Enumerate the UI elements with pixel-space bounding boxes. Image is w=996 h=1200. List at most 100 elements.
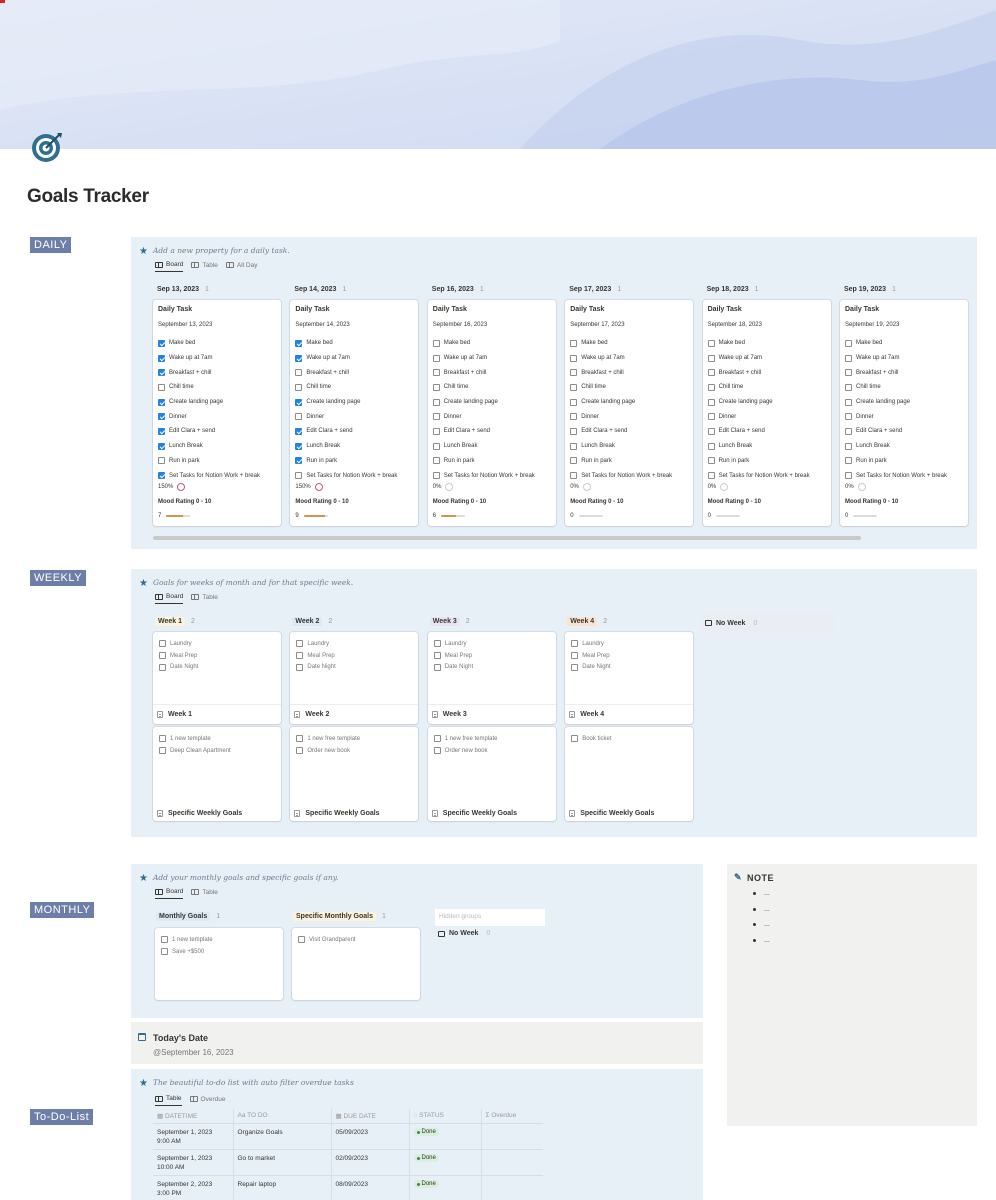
weekly-card[interactable]: Laundry Meal Prep Date Night Week 1 (153, 632, 281, 724)
task-checkbox[interactable] (707, 354, 715, 362)
task-checkbox[interactable] (845, 339, 852, 347)
task-checkbox[interactable] (432, 427, 440, 435)
status-cell[interactable]: Done (409, 1174, 482, 1200)
task-checkbox[interactable] (845, 413, 852, 421)
task-checkbox[interactable] (432, 339, 440, 347)
task-checkbox[interactable] (159, 747, 166, 755)
todo-cell[interactable]: Organize Goals (233, 1122, 332, 1149)
tab-table[interactable]: Table (191, 594, 218, 604)
task-checkbox[interactable] (295, 369, 303, 377)
task-checkbox[interactable] (845, 472, 852, 480)
weekly-card[interactable]: 1 new free template Order new book Specifi… (427, 727, 556, 821)
task-checkbox[interactable] (432, 457, 440, 465)
task-checkbox[interactable] (845, 442, 852, 450)
datetime-cell[interactable]: September 1, 2023 10:00 AM (153, 1148, 234, 1175)
daily-task-card[interactable]: Daily Task September 18, 2023 Make bed Wake… (702, 300, 831, 526)
task-checkbox[interactable] (158, 339, 165, 347)
task-checkbox[interactable] (707, 383, 715, 391)
weekly-card[interactable]: 1 new template Deep Clean Apartment Specif… (153, 727, 281, 821)
task-checkbox[interactable] (845, 354, 852, 362)
board-column-header[interactable]: Specific Monthly Goals 1 (293, 912, 386, 921)
task-checkbox[interactable] (295, 354, 303, 362)
task-checkbox[interactable] (845, 457, 852, 465)
list-item[interactable]: ... (753, 886, 770, 902)
task-checkbox[interactable] (158, 427, 165, 435)
task-checkbox[interactable] (433, 652, 441, 660)
horizontal-scrollbar[interactable] (153, 536, 861, 540)
task-checkbox[interactable] (158, 413, 165, 421)
due-date-cell[interactable]: 08/09/2023 (331, 1174, 410, 1200)
task-checkbox[interactable] (571, 640, 579, 648)
tab-table[interactable]: Table (191, 262, 218, 272)
page-cover[interactable] (0, 0, 996, 149)
board-column-header[interactable]: Sep 16, 2023 1 (432, 286, 484, 293)
task-checkbox[interactable] (570, 339, 578, 347)
task-checkbox[interactable] (570, 369, 578, 377)
task-checkbox[interactable] (159, 652, 166, 660)
board-column-header[interactable]: Sep 17, 2023 1 (569, 286, 621, 293)
task-checkbox[interactable] (298, 936, 305, 944)
task-checkbox[interactable] (296, 735, 304, 743)
task-checkbox[interactable] (158, 472, 165, 480)
task-checkbox[interactable] (295, 472, 303, 480)
task-checkbox[interactable] (158, 442, 165, 450)
task-checkbox[interactable] (845, 427, 852, 435)
task-checkbox[interactable] (432, 442, 440, 450)
task-checkbox[interactable] (707, 472, 715, 480)
task-checkbox[interactable] (432, 398, 440, 406)
task-checkbox[interactable] (707, 398, 715, 406)
list-item[interactable]: ... (753, 917, 770, 933)
task-checkbox[interactable] (432, 369, 440, 377)
task-checkbox[interactable] (295, 427, 303, 435)
target-icon[interactable] (30, 130, 64, 164)
task-checkbox[interactable] (432, 354, 440, 362)
task-checkbox[interactable] (161, 948, 168, 956)
task-checkbox[interactable] (296, 652, 304, 660)
status-cell[interactable]: Done (409, 1148, 482, 1175)
task-checkbox[interactable] (295, 383, 303, 391)
weekly-card[interactable]: Laundry Meal Prep Date Night Week 3 (427, 632, 556, 724)
column-header-datetime[interactable]: ▦ DATETIME (153, 1109, 234, 1123)
todo-cell[interactable]: Go to market (233, 1148, 332, 1175)
task-checkbox[interactable] (707, 339, 715, 347)
task-checkbox[interactable] (296, 747, 304, 755)
task-checkbox[interactable] (159, 640, 166, 648)
task-checkbox[interactable] (158, 398, 165, 406)
list-item[interactable]: ... (753, 902, 770, 918)
list-item[interactable]: ... (753, 933, 770, 949)
task-checkbox[interactable] (845, 398, 852, 406)
task-checkbox[interactable] (158, 457, 165, 465)
column-header-due-date[interactable]: ▦ DUE DATE (331, 1109, 410, 1123)
task-checkbox[interactable] (433, 640, 441, 648)
task-checkbox[interactable] (433, 747, 441, 755)
task-checkbox[interactable] (295, 442, 303, 450)
board-column-header[interactable]: Sep 14, 2023 1 (294, 286, 346, 293)
task-checkbox[interactable] (571, 735, 579, 743)
board-column-header[interactable]: Week 3 2 (429, 617, 470, 626)
column-header-status[interactable]: ◌ STATUS (409, 1109, 482, 1123)
daily-task-card[interactable]: Daily Task September 16, 2023 Make bed Wake… (427, 300, 556, 526)
tab-table[interactable]: Table (191, 889, 218, 899)
no-week-group[interactable]: No Week 0 (438, 930, 490, 937)
tab-table[interactable]: Table (155, 1095, 182, 1106)
task-checkbox[interactable] (570, 383, 578, 391)
task-checkbox[interactable] (570, 472, 578, 480)
due-date-cell[interactable]: 05/09/2023 (331, 1122, 410, 1149)
monthly-card[interactable]: Visit Grandparent (292, 928, 420, 1000)
task-checkbox[interactable] (570, 398, 578, 406)
column-header-overdue[interactable]: Σ Overdue (481, 1109, 543, 1123)
datetime-cell[interactable]: September 1, 2023 9:00 AM (153, 1122, 234, 1149)
monthly-card[interactable]: 1 new template Save +$500 (155, 928, 283, 1000)
task-checkbox[interactable] (845, 383, 852, 391)
task-checkbox[interactable] (707, 442, 715, 450)
task-checkbox[interactable] (570, 442, 578, 450)
datetime-cell[interactable]: September 2, 2023 3:00 PM (153, 1174, 234, 1200)
board-column-header[interactable]: Monthly Goals 1 (156, 912, 220, 921)
table-row[interactable]: September 1, 2023 9:00 AM Organize Goals 05… (153, 1122, 543, 1149)
task-checkbox[interactable] (295, 339, 303, 347)
task-checkbox[interactable] (707, 413, 715, 421)
task-checkbox[interactable] (296, 640, 304, 648)
tab-board[interactable]: Board (155, 261, 184, 272)
task-checkbox[interactable] (570, 457, 578, 465)
weekly-card[interactable]: Laundry Meal Prep Date Night Week 4 (565, 632, 694, 724)
